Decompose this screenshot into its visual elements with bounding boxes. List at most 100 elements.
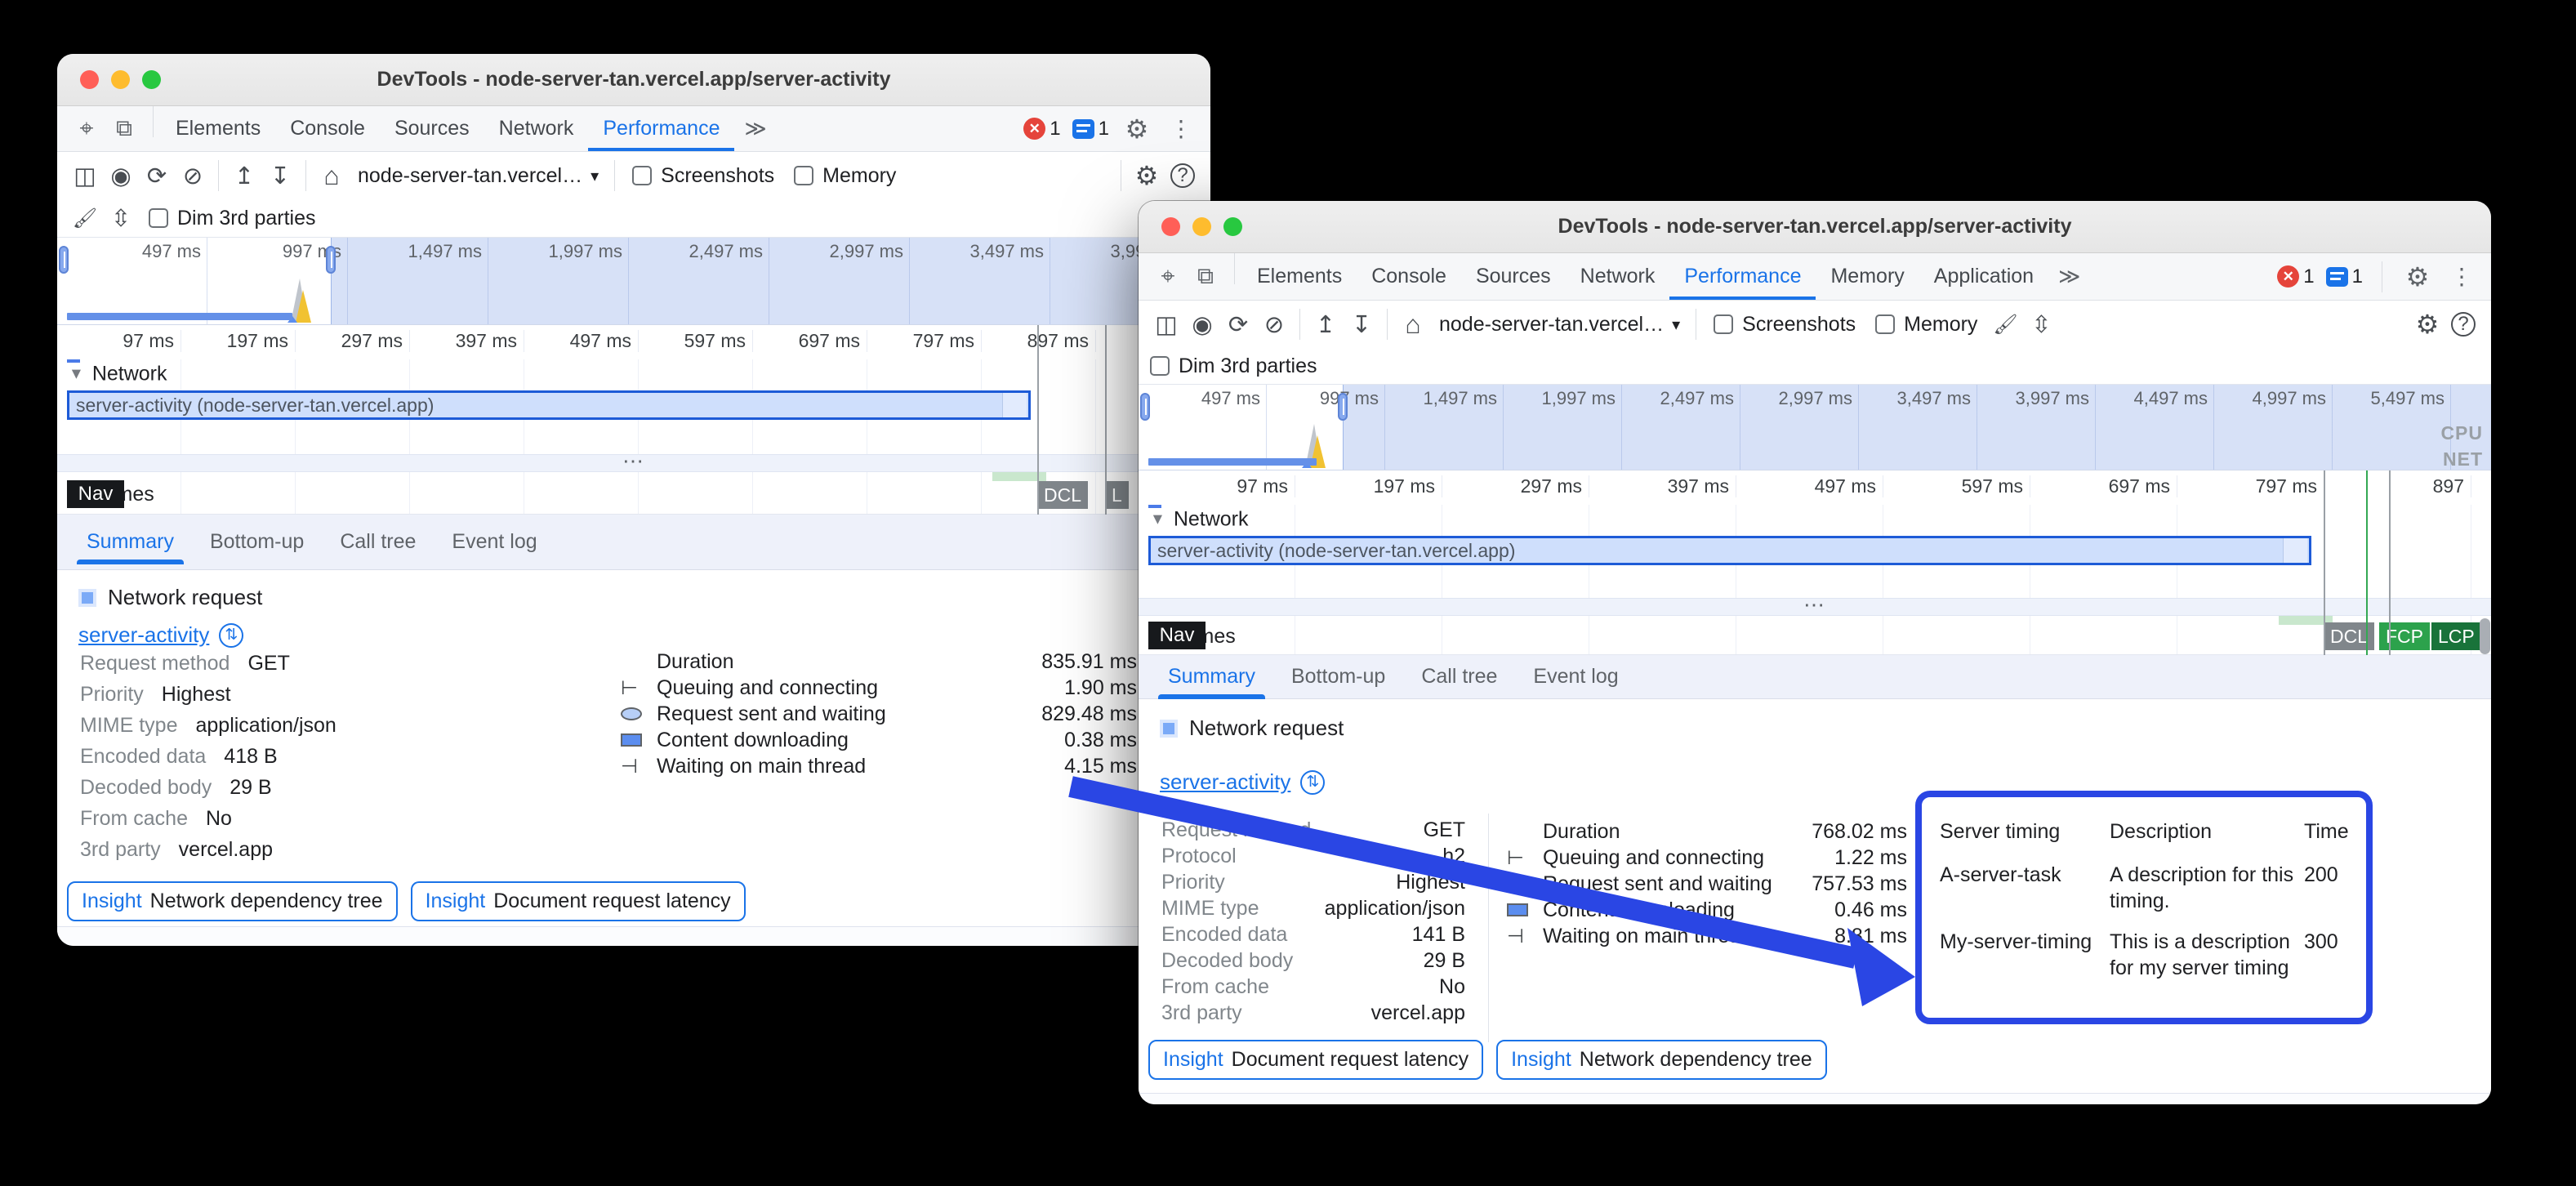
minimize-button[interactable] [1192, 217, 1211, 236]
record-icon[interactable]: ◉ [103, 158, 139, 194]
tab-summary[interactable]: Summary [1153, 655, 1270, 698]
collapse-triangle-icon[interactable]: ▼ [1150, 511, 1165, 528]
collapse-triangle-icon[interactable]: ▼ [69, 365, 84, 383]
insight-document-request-latency-button[interactable]: Insight Document request latency [411, 881, 746, 921]
settings-gear-icon[interactable]: ⚙ [2401, 261, 2434, 293]
error-badge[interactable]: ✕ 1 [1023, 118, 1060, 140]
selection-handle-right[interactable] [326, 246, 336, 274]
tab-sources[interactable]: Sources [1461, 253, 1566, 300]
network-request-bar[interactable]: server-activity (node-server-tan.vercel.… [67, 390, 1031, 420]
garbage-collect-brush-icon[interactable]: 🖌 [67, 200, 103, 236]
insight-network-dependency-tree-button[interactable]: Insight Network dependency tree [1496, 1040, 1827, 1080]
record-icon[interactable]: ◉ [1184, 306, 1220, 342]
close-button[interactable] [80, 70, 99, 89]
device-toolbar-icon[interactable]: ⧉ [108, 113, 140, 145]
issues-badge[interactable]: 1 [2326, 265, 2363, 288]
capture-settings-gear-icon[interactable]: ⚙ [2409, 306, 2445, 342]
help-icon[interactable]: ? [1165, 158, 1201, 194]
tab-console[interactable]: Console [275, 106, 380, 151]
vertical-scrollbar-thumb[interactable] [2480, 618, 2490, 654]
error-badge[interactable]: ✕ 1 [2277, 265, 2314, 288]
checkbox[interactable] [632, 166, 652, 185]
selection-handle-left[interactable] [59, 246, 69, 274]
download-profile-icon[interactable]: ↧ [262, 158, 298, 194]
reload-and-record-icon[interactable]: ⟳ [139, 158, 175, 194]
memory-checkbox[interactable]: Memory [784, 164, 906, 188]
tab-bottom-up[interactable]: Bottom-up [1277, 655, 1400, 698]
inspect-element-icon[interactable]: ⌖ [70, 113, 103, 145]
tab-memory[interactable]: Memory [1816, 253, 1919, 300]
tab-event-log[interactable]: Event log [1518, 655, 1633, 698]
inspect-element-icon[interactable]: ⌖ [1152, 261, 1184, 293]
tab-network[interactable]: Network [484, 106, 589, 151]
tab-summary[interactable]: Summary [72, 520, 189, 564]
home-icon[interactable]: ⌂ [314, 158, 350, 194]
lcp-marker-badge[interactable]: LCP [2431, 622, 2481, 650]
collapsed-tracks-row[interactable]: ⋯ [1139, 598, 2491, 616]
server-activity-link[interactable]: server-activity [78, 622, 209, 648]
minimize-button[interactable] [111, 70, 130, 89]
help-icon[interactable]: ? [2445, 306, 2481, 342]
zoom-button[interactable] [142, 70, 161, 89]
dim-3rd-parties-checkbox[interactable]: Dim 3rd parties [1148, 354, 1327, 378]
tab-performance[interactable]: Performance [588, 106, 734, 151]
collapse-tracks-icon[interactable]: ⇳ [103, 200, 139, 236]
fcp-marker-badge[interactable]: FCP [2379, 622, 2430, 650]
clear-icon[interactable]: ⊘ [175, 158, 211, 194]
toggle-sidebar-icon[interactable]: ◫ [1148, 306, 1184, 342]
more-tabs-icon[interactable]: ≫ [2048, 253, 2090, 300]
screenshots-checkbox[interactable]: Screenshots [1704, 313, 1865, 337]
tab-performance[interactable]: Performance [1669, 253, 1816, 300]
selection-handle-left[interactable] [1140, 393, 1150, 421]
close-button[interactable] [1161, 217, 1180, 236]
dim-3rd-parties-checkbox[interactable]: Dim 3rd parties [139, 207, 326, 230]
reveal-in-network-icon[interactable]: ⇅ [219, 623, 243, 648]
more-tabs-icon[interactable]: ≫ [734, 106, 776, 151]
issues-badge[interactable]: 1 [1072, 118, 1109, 140]
titlebar[interactable]: DevTools - node-server-tan.vercel.app/se… [1139, 201, 2491, 253]
dcl-marker-badge[interactable]: DCL [1037, 481, 1088, 509]
titlebar[interactable]: DevTools - node-server-tan.vercel.app/se… [57, 54, 1210, 106]
reveal-in-network-icon[interactable]: ⇅ [1300, 770, 1325, 795]
home-icon[interactable]: ⌂ [1395, 306, 1431, 342]
network-request-bar[interactable]: server-activity (node-server-tan.vercel.… [1148, 536, 2311, 565]
timeline-overview[interactable]: 497 ms997 ms1,497 ms1,997 ms2,497 ms2,99… [57, 237, 1210, 325]
checkbox[interactable] [1714, 314, 1733, 334]
capture-settings-gear-icon[interactable]: ⚙ [1129, 158, 1165, 194]
tab-call-tree[interactable]: Call tree [1406, 655, 1512, 698]
toggle-sidebar-icon[interactable]: ◫ [67, 158, 103, 194]
tab-elements[interactable]: Elements [161, 106, 275, 151]
tab-network[interactable]: Network [1566, 253, 1670, 300]
checkbox[interactable] [794, 166, 813, 185]
network-track-header[interactable]: ▼ Network [1139, 505, 2491, 534]
insight-network-dependency-tree-button[interactable]: Insight Network dependency tree [67, 881, 398, 921]
checkbox[interactable] [1150, 356, 1170, 376]
upload-profile-icon[interactable]: ↥ [1308, 306, 1344, 342]
tab-console[interactable]: Console [1357, 253, 1461, 300]
device-toolbar-icon[interactable]: ⧉ [1189, 261, 1222, 293]
selection-handle-right[interactable] [1338, 393, 1348, 421]
server-activity-link[interactable]: server-activity [1160, 769, 1290, 795]
tab-application[interactable]: Application [1919, 253, 2048, 300]
kebab-menu-icon[interactable]: ⋮ [1165, 113, 1197, 145]
download-profile-icon[interactable]: ↧ [1344, 306, 1379, 342]
history-select[interactable]: node-server-tan.vercel… ▾ [350, 164, 607, 188]
memory-checkbox[interactable]: Memory [1865, 313, 1987, 337]
tab-bottom-up[interactable]: Bottom-up [195, 520, 319, 564]
checkbox[interactable] [1875, 314, 1895, 334]
tab-elements[interactable]: Elements [1242, 253, 1357, 300]
garbage-collect-brush-icon[interactable]: 🖌 [1987, 306, 2023, 342]
reload-and-record-icon[interactable]: ⟳ [1220, 306, 1256, 342]
zoom-button[interactable] [1223, 217, 1242, 236]
kebab-menu-icon[interactable]: ⋮ [2445, 261, 2478, 293]
tab-event-log[interactable]: Event log [437, 520, 551, 564]
checkbox[interactable] [149, 208, 168, 228]
load-marker-badge[interactable]: L [1105, 481, 1129, 509]
timeline-overview[interactable]: 497 ms997 ms1,497 ms1,997 ms2,497 ms2,99… [1139, 384, 2491, 470]
screenshots-checkbox[interactable]: Screenshots [622, 164, 784, 188]
clear-icon[interactable]: ⊘ [1256, 306, 1292, 342]
insight-document-request-latency-button[interactable]: Insight Document request latency [1148, 1040, 1483, 1080]
collapse-tracks-icon[interactable]: ⇳ [2023, 306, 2059, 342]
tab-call-tree[interactable]: Call tree [325, 520, 430, 564]
upload-profile-icon[interactable]: ↥ [226, 158, 262, 194]
